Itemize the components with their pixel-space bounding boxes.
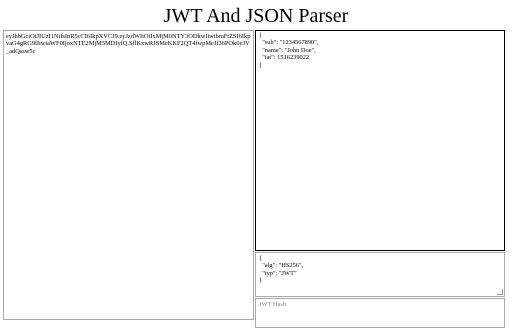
- page-title: JWT And JSON Parser: [163, 5, 349, 27]
- payload-json-output[interactable]: { "sub": "1234567890", "name": "John Doe…: [255, 30, 505, 251]
- jwt-token-input[interactable]: eyJhbGciOiJIUzI1NiIsInR5cCI6IkpXVCJ9.eyJ…: [3, 30, 254, 320]
- header-json-output[interactable]: { "alg": "HS256", "typ": "JWT" }: [255, 252, 505, 297]
- resize-handle-icon[interactable]: [497, 289, 503, 295]
- jwt-hash-input[interactable]: JWT Hash: [255, 298, 505, 328]
- header-json-text: { "alg": "HS256", "typ": "JWT" }: [259, 255, 304, 285]
